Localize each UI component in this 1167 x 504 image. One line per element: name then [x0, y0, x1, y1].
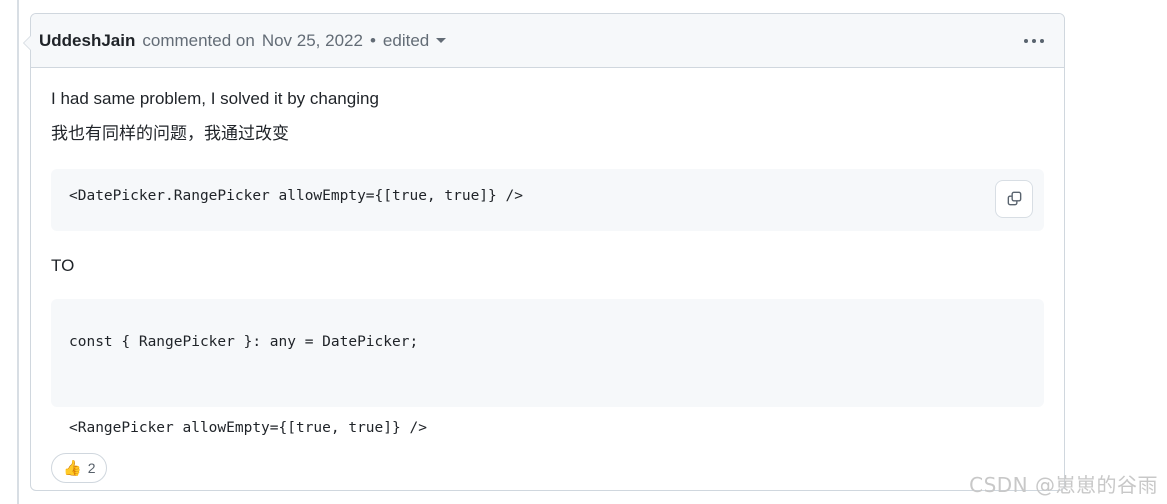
code-text-after: const { RangePicker }: any = DatePicker;… [69, 334, 427, 436]
comment-date[interactable]: Nov 25, 2022 [262, 31, 363, 51]
kebab-dot [1032, 38, 1036, 43]
code-block-before: <DatePicker.RangePicker allowEmpty={[tru… [51, 168, 1044, 231]
comment-byline: UddeshJain commented on Nov 25, 2022 • e… [39, 30, 447, 51]
reactions-row: 👍 2 [31, 453, 1064, 484]
comment-header: UddeshJain commented on Nov 25, 2022 • e… [31, 14, 1064, 68]
byline-separator: • [369, 30, 376, 50]
reaction-thumbs-up-button[interactable]: 👍 2 [51, 453, 108, 484]
chevron-down-icon[interactable] [436, 37, 447, 43]
kebab-dot [1024, 38, 1028, 43]
code-text-before: <DatePicker.RangePicker allowEmpty={[tru… [69, 187, 523, 204]
transition-label: TO [51, 255, 75, 275]
thumbs-up-icon: 👍 [63, 459, 82, 477]
comment-container: UddeshJain commented on Nov 25, 2022 • e… [23, 13, 1065, 491]
edited-label[interactable]: edited [383, 31, 429, 51]
timeline-rail [17, 0, 19, 504]
copy-icon [1007, 191, 1021, 206]
paragraph-chinese: 我也有同样的问题，我通过改变 [51, 124, 289, 144]
comment-options-button[interactable] [1020, 33, 1048, 49]
watermark: CSDN @崽崽的谷雨 [969, 473, 1158, 497]
code-block-after: const { RangePicker }: any = DatePicker;… [51, 299, 1044, 436]
comment-tail-fill [24, 36, 31, 50]
comment-author[interactable]: UddeshJain [39, 31, 135, 51]
kebab-dot [1040, 38, 1044, 43]
comment-body: I had same problem, I solved it by chang… [31, 68, 1064, 436]
copy-code-button[interactable] [995, 179, 1033, 218]
paragraph-english: I had same problem, I solved it by chang… [51, 89, 379, 108]
comment-action-label: commented on [142, 30, 255, 50]
reaction-count: 2 [87, 460, 96, 477]
